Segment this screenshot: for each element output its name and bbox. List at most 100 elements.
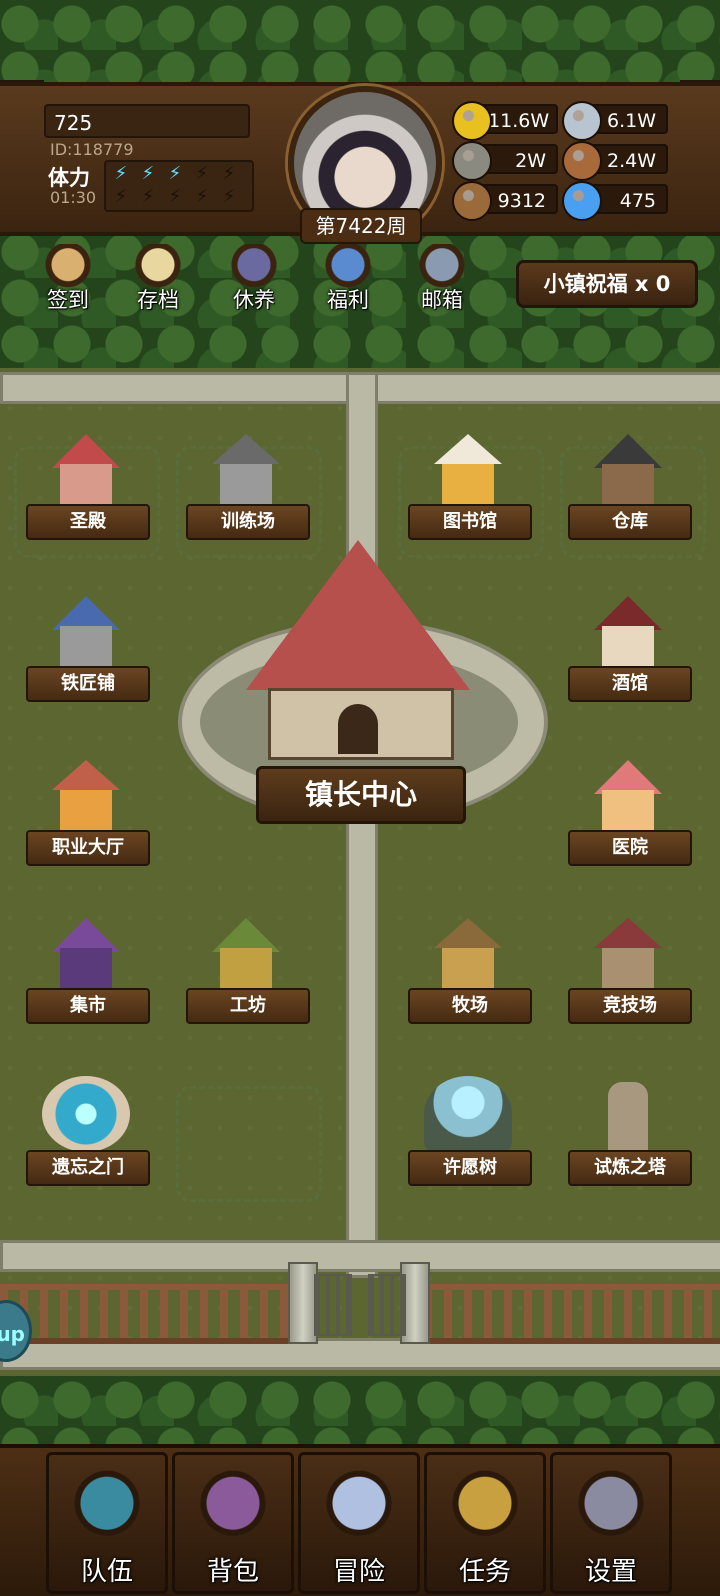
menu-button-0[interactable]: 签到	[28, 240, 108, 316]
tab-label: 任务	[458, 1557, 511, 1587]
menu-label: 休养	[233, 288, 275, 312]
week-counter: 第7422周	[300, 208, 422, 244]
menu-button-1[interactable]: 存档	[118, 240, 198, 316]
leather-icon	[562, 141, 602, 181]
quest-scroll-icon	[447, 1469, 523, 1545]
building-label: 牧场	[408, 988, 532, 1024]
road-center-lower	[346, 812, 378, 1278]
stamina-bolt-icon: ⚡	[141, 163, 155, 184]
gate-door-left	[314, 1274, 352, 1336]
building-wishing-tree[interactable]: 许愿树	[408, 1076, 532, 1186]
iron-ingot-icon	[562, 101, 602, 141]
holy-temple-icon	[42, 430, 130, 506]
menu-label: 福利	[327, 288, 369, 312]
tab-label: 队伍	[80, 1557, 133, 1587]
stamina-timer: 01:30	[50, 188, 97, 207]
menu-button-4[interactable]: 邮箱	[402, 240, 482, 316]
blacksmith-icon	[42, 592, 130, 668]
building-label: 图书馆	[408, 504, 532, 540]
menu-label: 邮箱	[421, 288, 463, 312]
building-label: 训练场	[186, 504, 310, 540]
forest-top	[0, 0, 720, 86]
tab-0[interactable]: 队伍	[46, 1452, 168, 1594]
stone-ore-icon	[452, 141, 492, 181]
tab-2[interactable]: 冒险	[298, 1452, 420, 1594]
job-hall-icon	[42, 756, 130, 832]
tab-label: 设置	[584, 1557, 637, 1587]
stamina-bolt-icon: ⚡	[195, 186, 209, 207]
stamina-bolt-icon: ⚡	[168, 186, 182, 207]
building-holy-temple[interactable]: 圣殿	[26, 430, 150, 540]
crystal-icon	[562, 181, 602, 221]
building-hospital[interactable]: 医院	[568, 756, 692, 866]
menu-label: 签到	[47, 288, 89, 312]
forest-bottom	[0, 1376, 720, 1448]
ranch-icon	[424, 914, 512, 990]
building-library[interactable]: 图书馆	[408, 430, 532, 540]
building-training-ground[interactable]: 训练场	[186, 430, 310, 540]
building-label: 职业大厅	[26, 830, 150, 866]
hospital-icon	[584, 756, 672, 832]
road-bottom	[0, 1240, 720, 1272]
building-label: 医院	[568, 830, 692, 866]
mayor-center-roof	[246, 540, 470, 690]
tab-label: 冒险	[332, 1557, 385, 1587]
training-ground-icon	[202, 430, 290, 506]
stamina-bolt-icon: ⚡	[195, 163, 209, 184]
player-name: 725	[44, 104, 250, 138]
empty-building-slot[interactable]	[176, 1086, 322, 1202]
tab-3[interactable]: 任务	[424, 1452, 546, 1594]
building-ranch[interactable]: 牧场	[408, 914, 532, 1024]
building-arena[interactable]: 竞技场	[568, 914, 692, 1024]
gate-door-right	[368, 1274, 406, 1336]
menu-button-2[interactable]: 休养	[214, 240, 294, 316]
warehouse-icon	[584, 430, 672, 506]
stamina-bolt-icon: ⚡	[222, 186, 236, 207]
building-tavern[interactable]: 酒馆	[568, 592, 692, 702]
tower-icon	[584, 1076, 672, 1152]
wishing-tree-icon	[424, 1076, 512, 1152]
building-label: 仓库	[568, 504, 692, 540]
building-label: 许愿树	[408, 1150, 532, 1186]
menu-button-3[interactable]: 福利	[308, 240, 388, 316]
building-blacksmith[interactable]: 铁匠铺	[26, 592, 150, 702]
helmet-team-icon	[69, 1469, 145, 1545]
menu-label: 存档	[137, 288, 179, 312]
town-blessing-button[interactable]: 小镇祝福 x 0	[516, 260, 698, 308]
building-market[interactable]: 集市	[26, 914, 150, 1024]
workshop-icon	[202, 914, 290, 990]
gold-coin-icon	[452, 101, 492, 141]
building-label: 集市	[26, 988, 150, 1024]
arena-icon	[584, 914, 672, 990]
mayor-center-door	[338, 704, 378, 754]
building-label: 工坊	[186, 988, 310, 1024]
mayor-center-label[interactable]: 镇长中心	[256, 766, 466, 824]
stamina-bolt-icon: ⚡	[114, 186, 128, 207]
portal-icon	[42, 1076, 130, 1152]
stamina-bolt-icon: ⚡	[168, 163, 182, 184]
building-workshop[interactable]: 工坊	[186, 914, 310, 1024]
crossed-swords-icon	[321, 1469, 397, 1545]
library-book-icon	[424, 430, 512, 506]
fence-left	[0, 1284, 290, 1344]
market-tent-icon	[42, 914, 130, 990]
player-id: ID:118779	[50, 140, 134, 159]
building-label: 铁匠铺	[26, 666, 150, 702]
gear-settings-icon	[573, 1469, 649, 1545]
building-job-hall[interactable]: 职业大厅	[26, 756, 150, 866]
building-label: 圣殿	[26, 504, 150, 540]
tab-1[interactable]: 背包	[172, 1452, 294, 1594]
stamina-bolt-icon: ⚡	[222, 163, 236, 184]
building-warehouse[interactable]: 仓库	[568, 430, 692, 540]
backpack-icon	[195, 1469, 271, 1545]
stamina-bolt-icon: ⚡	[114, 163, 128, 184]
fence-right	[424, 1284, 720, 1344]
building-label: 试炼之塔	[568, 1150, 692, 1186]
tab-label: 背包	[206, 1557, 259, 1587]
building-label: 竞技场	[568, 988, 692, 1024]
building-trial-tower[interactable]: 试炼之塔	[568, 1076, 692, 1186]
tab-4[interactable]: 设置	[550, 1452, 672, 1594]
building-forgotten-gate[interactable]: 遗忘之门	[26, 1076, 150, 1186]
stamina-bolt-icon: ⚡	[141, 186, 155, 207]
stamina-box: ⚡ ⚡ ⚡ ⚡ ⚡ ⚡ ⚡ ⚡ ⚡ ⚡	[104, 160, 254, 212]
